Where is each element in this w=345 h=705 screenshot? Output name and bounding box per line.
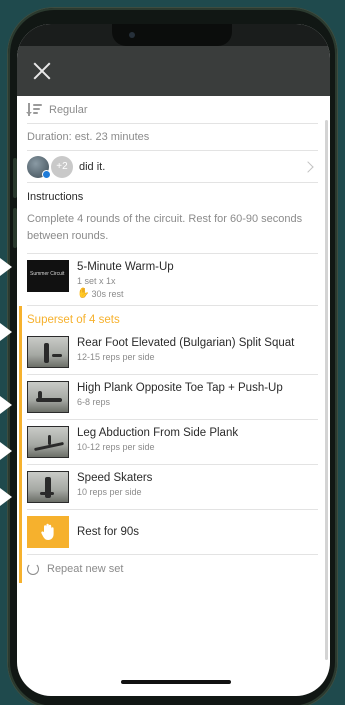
workout-content: Regular Duration: est. 23 minutes +2 did… [17,96,330,583]
rest-label: Rest for 90s [77,525,139,538]
did-it-row[interactable]: +2 did it. [27,151,318,183]
exercise-title: High Plank Opposite Toe Tap + Push-Up [77,382,283,394]
instructions-body: Complete 4 rounds of the circuit. Rest f… [27,207,318,254]
close-icon[interactable] [31,60,53,82]
exercise-item[interactable]: Leg Abduction From Side Plank 10-12 reps… [27,420,318,465]
exercise-item[interactable]: Rear Foot Elevated (Bulgarian) Split Squ… [27,330,318,375]
warmup-item[interactable]: Summer Circuit 5-Minute Warm-Up 1 set x … [27,254,318,306]
exercise-reps: 10 reps per side [77,487,142,497]
exercise-thumbnail [27,381,69,413]
repeat-icon [27,563,39,575]
warmup-thumb-label: Summer Circuit [30,271,65,277]
camera-dot [129,32,135,38]
exercise-title: Speed Skaters [77,472,153,484]
hand-icon: ✋ [77,288,90,299]
hand-icon [27,516,69,548]
warmup-title: 5-Minute Warm-Up [77,261,174,273]
pointer-arrow [0,488,12,506]
duration-row: Duration: est. 23 minutes [27,124,318,151]
instructions-heading: Instructions [27,191,84,203]
pointer-arrow [0,323,12,341]
warmup-rest: 30s rest [91,288,124,299]
scrollbar[interactable] [325,120,328,660]
repeat-label: Repeat new set [47,563,124,575]
exercise-thumbnail [27,471,69,503]
exercise-title: Rear Foot Elevated (Bulgarian) Split Squ… [77,337,295,349]
superset-title: Superset of 4 sets [27,314,120,326]
home-indicator[interactable] [121,680,231,684]
exercise-thumbnail [27,426,69,458]
exercise-item[interactable]: High Plank Opposite Toe Tap + Push-Up 6-… [27,375,318,420]
exercise-title: Leg Abduction From Side Plank [77,427,239,439]
superset-block: Superset of 4 sets Rear Foot Elevated (B… [19,306,318,583]
pointer-arrow [0,442,12,460]
exercise-thumbnail [27,336,69,368]
superset-accent-bar [19,306,22,583]
status-bar [17,24,330,46]
sort-row[interactable]: Regular [26,96,318,124]
duration-text: Duration: est. 23 minutes [27,131,150,143]
warmup-thumbnail: Summer Circuit [27,260,69,292]
pointer-arrow [0,396,12,414]
did-it-text: did it. [79,160,106,173]
rest-item[interactable]: Rest for 90s [27,510,318,555]
extra-count-badge: +2 [51,155,73,178]
warmup-sets: 1 set x 1x [77,276,116,286]
repeat-row[interactable]: Repeat new set [27,555,318,583]
exercise-reps: 10-12 reps per side [77,442,155,452]
pointer-arrow [0,258,12,276]
phone-screen: Regular Duration: est. 23 minutes +2 did… [17,24,330,696]
top-bar [17,46,330,96]
exercise-reps: 12-15 reps per side [77,352,155,362]
avatar [27,155,51,179]
exercise-reps: 6-8 reps [77,397,111,407]
sort-icon [26,102,43,117]
chevron-right-icon [302,160,314,173]
sort-label: Regular [49,103,88,116]
exercise-item[interactable]: Speed Skaters 10 reps per side [27,465,318,510]
